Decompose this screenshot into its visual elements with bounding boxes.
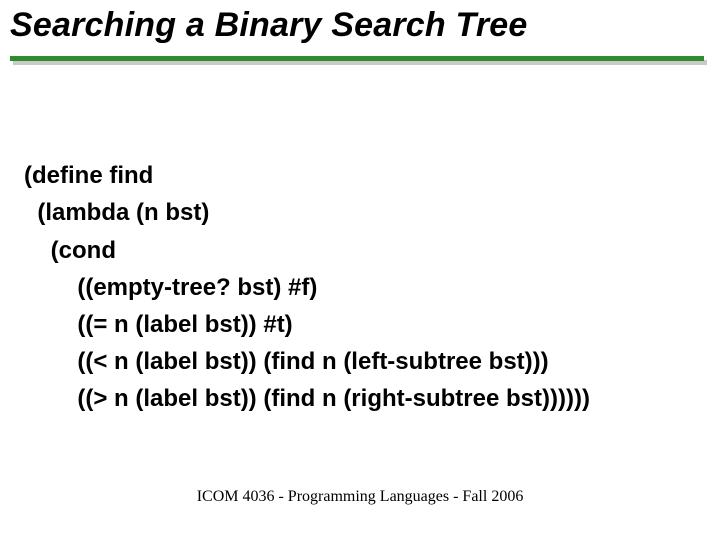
code-block: (define find (lambda (n bst) (cond ((emp… bbox=[24, 120, 704, 418]
code-line-6: ((< n (label bst)) (find n (left-subtree… bbox=[24, 348, 549, 375]
slide-footer: ICOM 4036 - Programming Languages - Fall… bbox=[0, 488, 720, 506]
code-line-3: (cond bbox=[24, 237, 116, 264]
code-line-2: (lambda (n bst) bbox=[24, 199, 209, 226]
title-rule bbox=[10, 56, 704, 66]
title-rule-bar bbox=[10, 56, 704, 61]
code-line-4: ((empty-tree? bst) #f) bbox=[24, 274, 317, 301]
slide: Searching a Binary Search Tree (define f… bbox=[0, 0, 720, 540]
slide-title: Searching a Binary Search Tree bbox=[10, 6, 710, 45]
code-line-1: (define find bbox=[24, 162, 153, 189]
code-line-5: ((= n (label bst)) #t) bbox=[24, 311, 293, 338]
code-line-7: ((> n (label bst)) (find n (right-subtre… bbox=[24, 385, 590, 412]
